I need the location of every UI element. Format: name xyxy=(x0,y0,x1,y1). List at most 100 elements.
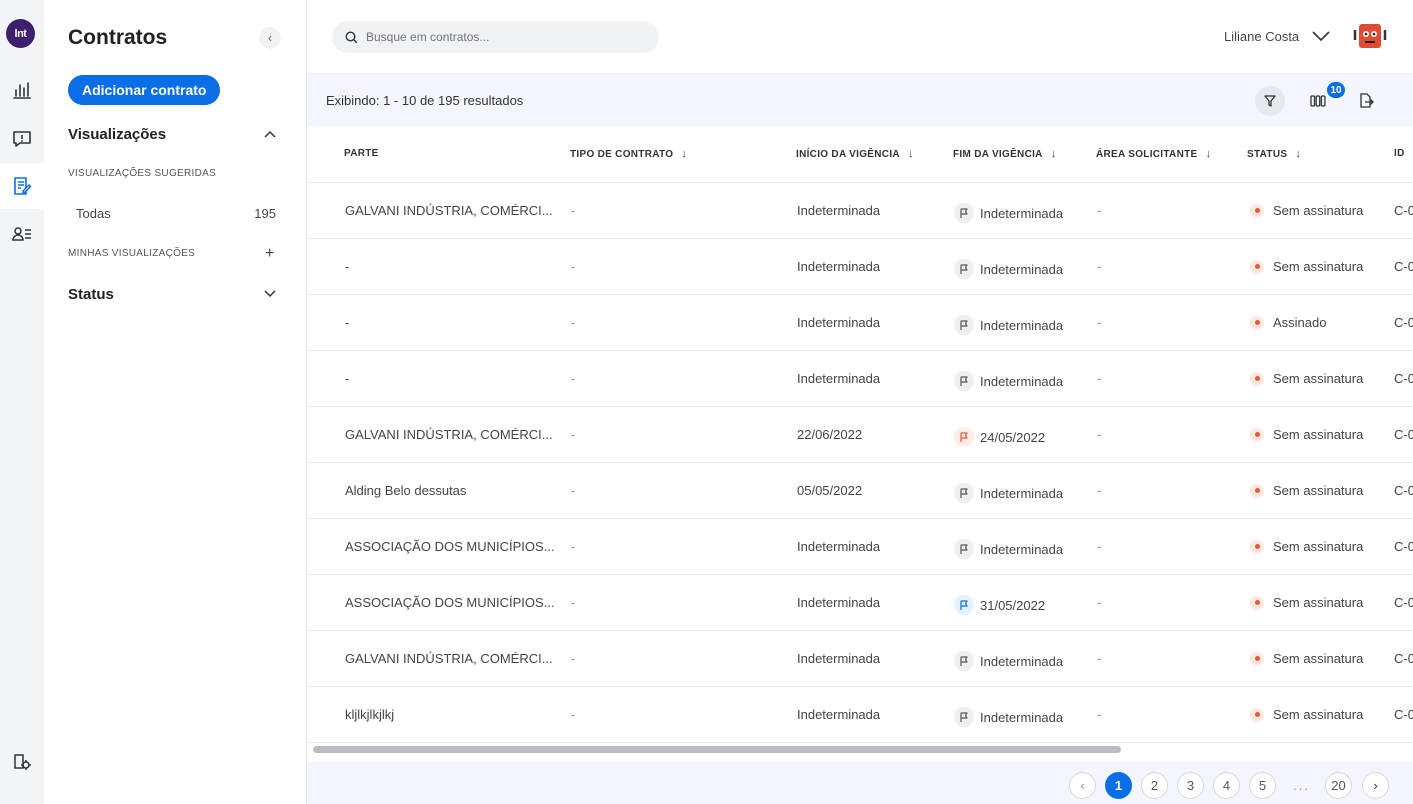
cell-tipo: - xyxy=(571,707,576,722)
sort-arrow-icon[interactable]: ↓ xyxy=(1051,148,1057,160)
status-header[interactable]: Status xyxy=(68,286,114,303)
cell-fim: Indeterminada xyxy=(954,707,1063,727)
collapse-sidebar-button[interactable]: ‹ xyxy=(259,27,281,49)
filter-button[interactable] xyxy=(1255,86,1285,116)
table-row[interactable]: ASSOCIAÇÃO DOS MUNICÍPIOS... - Indetermina… xyxy=(307,519,1413,575)
table-row[interactable]: GALVANI INDÚSTRIA, COMÉRCI... - 22/06/2022… xyxy=(307,407,1413,463)
table-row[interactable]: GALVANI INDÚSTRIA, COMÉRCI... - Indetermin… xyxy=(307,631,1413,687)
next-page-button[interactable]: › xyxy=(1362,772,1389,799)
sort-arrow-icon[interactable]: ↓ xyxy=(1295,148,1301,160)
cell-fim-text: Indeterminada xyxy=(980,373,1064,389)
cell-id: C-0 xyxy=(1394,483,1413,498)
alerts-nav[interactable] xyxy=(0,116,44,162)
settings-nav[interactable] xyxy=(0,738,44,784)
status-dot-icon xyxy=(1250,259,1264,274)
cell-area: - xyxy=(1097,707,1102,722)
page-button[interactable]: 4 xyxy=(1213,772,1240,799)
visualizacoes-header[interactable]: Visualizações xyxy=(68,126,166,143)
cell-parte: Alding Belo dessutas xyxy=(345,483,467,498)
column-header-fim[interactable]: FIM DA VIGÊNCIA ↓ xyxy=(953,148,1057,160)
cell-inicio: Indeterminada xyxy=(797,539,881,554)
cell-tipo: - xyxy=(571,259,576,274)
column-header-area[interactable]: ÁREA SOLICITANTE ↓ xyxy=(1096,148,1211,160)
chevron-right-icon: › xyxy=(1373,778,1378,793)
horizontal-scrollbar[interactable] xyxy=(313,746,1121,753)
column-header-id[interactable]: ID xyxy=(1394,148,1405,159)
cell-fim: 31/05/2022 xyxy=(954,595,1045,615)
user-name[interactable]: Liliane Costa xyxy=(1224,29,1299,44)
cell-fim-text: Indeterminada xyxy=(980,485,1064,501)
status-text: Sem assinatura xyxy=(1273,707,1364,722)
cell-fim: Indeterminada xyxy=(954,539,1063,559)
status-dot-icon xyxy=(1250,427,1264,442)
chevron-down-icon[interactable] xyxy=(1311,29,1331,43)
flag-icon xyxy=(954,371,974,391)
filter-icon xyxy=(1264,95,1276,107)
cell-fim-text: Indeterminada xyxy=(980,541,1064,557)
prev-page-button[interactable]: ‹ xyxy=(1069,772,1096,799)
cell-fim-text: 24/05/2022 xyxy=(980,429,1046,445)
column-header-inicio[interactable]: INÍCIO DA VIGÊNCIA ↓ xyxy=(796,148,914,160)
top-header: Liliane Costa xyxy=(307,0,1413,74)
sort-arrow-icon[interactable]: ↓ xyxy=(681,148,687,160)
my-views-label: MINHAS VISUALIZAÇÕES xyxy=(68,248,196,259)
contracts-nav[interactable] xyxy=(0,163,44,209)
sort-arrow-icon[interactable]: ↓ xyxy=(908,148,914,160)
status-text: Sem assinatura xyxy=(1273,651,1364,666)
status-text: Sem assinatura xyxy=(1273,427,1364,442)
add-view-icon[interactable]: + xyxy=(265,245,274,263)
export-button[interactable] xyxy=(1351,86,1381,116)
chevron-down-icon[interactable] xyxy=(263,287,277,301)
users-nav[interactable] xyxy=(0,211,44,257)
sort-arrow-icon[interactable]: ↓ xyxy=(1205,148,1211,160)
status-text: Sem assinatura xyxy=(1273,483,1364,498)
table-row[interactable]: Alding Belo dessutas - 05/05/2022 Indetermi… xyxy=(307,463,1413,519)
status-dot-icon xyxy=(1250,483,1264,498)
table-row[interactable]: kljlkjlkjlkj - Indeterminada Indeterminada -… xyxy=(307,687,1413,743)
status-text: Sem assinatura xyxy=(1273,371,1364,386)
status-dot-icon xyxy=(1250,203,1264,218)
table-row[interactable]: - - Indeterminada Indeterminada - Sem assinat… xyxy=(307,351,1413,407)
search-box[interactable] xyxy=(332,21,659,53)
table-header: PARTE TIPO DE CONTRATO ↓ INÍCIO DA VIGÊNC… xyxy=(307,126,1413,183)
page-button[interactable]: 20 xyxy=(1325,772,1352,799)
view-item-count: 195 xyxy=(254,206,276,221)
page-button[interactable]: 1 xyxy=(1105,772,1132,799)
chevron-up-icon[interactable] xyxy=(263,127,277,141)
avatar[interactable] xyxy=(1352,22,1388,52)
page-button[interactable]: 5 xyxy=(1249,772,1276,799)
cell-fim-text: Indeterminada xyxy=(980,261,1064,277)
table-row[interactable]: ASSOCIAÇÃO DOS MUNICÍPIOS... - Indetermina… xyxy=(307,575,1413,631)
cell-inicio: Indeterminada xyxy=(797,203,881,218)
cell-tipo: - xyxy=(571,371,576,386)
left-rail: lnt xyxy=(0,0,44,804)
cell-status: Sem assinatura xyxy=(1250,259,1363,274)
table-row[interactable]: - - Indeterminada Indeterminada - Sem assinat… xyxy=(307,239,1413,295)
cell-parte: kljlkjlkjlkj xyxy=(345,707,395,722)
status-text: Sem assinatura xyxy=(1273,539,1364,554)
flag-icon xyxy=(954,707,974,727)
cell-area: - xyxy=(1097,483,1102,498)
cell-parte: ASSOCIAÇÃO DOS MUNICÍPIOS... xyxy=(345,539,555,554)
view-item-todas[interactable]: Todas 195 xyxy=(76,206,276,221)
cell-id: C-0 xyxy=(1394,371,1413,386)
page-button[interactable]: 3 xyxy=(1177,772,1204,799)
column-header-tipo[interactable]: TIPO DE CONTRATO ↓ xyxy=(570,148,687,160)
table-row[interactable]: GALVANI INDÚSTRIA, COMÉRCI... - Indetermin… xyxy=(307,183,1413,239)
cell-id: C-0 xyxy=(1394,315,1413,330)
page-button[interactable]: 2 xyxy=(1141,772,1168,799)
table-row[interactable]: - - Indeterminada Indeterminada - Assinado C-0 xyxy=(307,295,1413,351)
chevron-left-icon: ‹ xyxy=(1080,778,1085,793)
reports-nav[interactable] xyxy=(0,67,44,113)
search-input[interactable] xyxy=(366,30,646,44)
cell-tipo: - xyxy=(571,203,576,218)
cell-fim-text: Indeterminada xyxy=(980,317,1064,333)
status-dot-icon xyxy=(1250,539,1264,554)
flag-icon xyxy=(954,651,974,671)
cell-inicio: Indeterminada xyxy=(797,371,881,386)
column-header-parte[interactable]: PARTE xyxy=(344,148,379,159)
cell-id: C-0 xyxy=(1394,259,1413,274)
add-contract-button[interactable]: Adicionar contrato xyxy=(68,75,221,105)
app-logo[interactable]: lnt xyxy=(6,19,35,48)
column-header-status[interactable]: STATUS ↓ xyxy=(1247,148,1301,160)
